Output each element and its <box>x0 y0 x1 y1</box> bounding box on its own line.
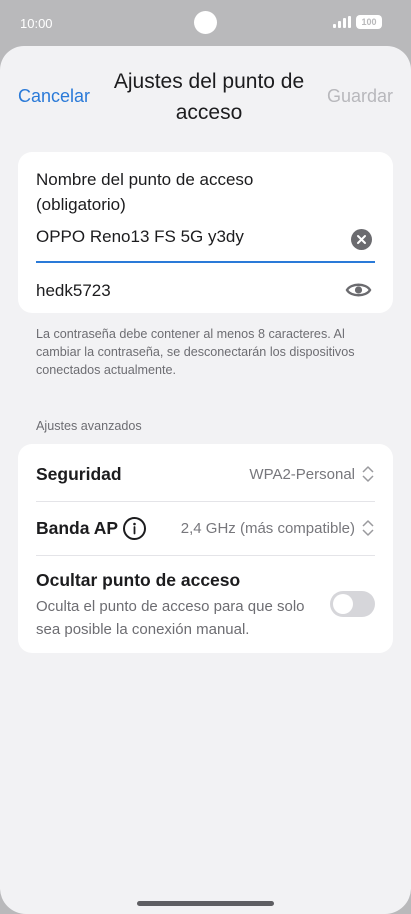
hotspot-name-input[interactable]: OPPO Reno13 FS 5G y3dy <box>36 227 244 247</box>
device-frame: 10:00 100 Cancelar Ajustes del punto de … <box>0 0 411 914</box>
status-bar: 10:00 100 <box>0 0 411 46</box>
clear-icon[interactable] <box>351 229 372 250</box>
security-label: Seguridad <box>36 464 122 484</box>
hotspot-settings-screen: Cancelar Ajustes del punto de acceso Gua… <box>0 46 411 914</box>
row-separator <box>36 555 375 556</box>
hotspot-name-underline <box>36 261 375 263</box>
hide-hotspot-label: Ocultar punto de acceso <box>36 570 241 590</box>
status-time: 10:00 <box>20 16 53 31</box>
security-value: WPA2-Personal <box>249 466 355 483</box>
info-icon[interactable] <box>123 517 146 540</box>
advanced-settings-header: Ajustes avanzados <box>36 419 142 433</box>
sort-arrows-icon <box>361 464 375 484</box>
battery-icon: 100 <box>356 15 382 29</box>
band-value: 2,4 GHz (más compatible) <box>180 520 355 537</box>
navigation-bar: Cancelar Ajustes del punto de acceso Gua… <box>0 46 411 146</box>
toggle-knob <box>333 594 353 614</box>
row-separator <box>36 501 375 502</box>
hotspot-credentials-card: Nombre del punto de acceso (obligatorio)… <box>18 152 393 313</box>
eye-icon[interactable] <box>345 280 372 300</box>
band-label: Banda AP <box>36 518 119 538</box>
home-indicator[interactable] <box>137 901 274 906</box>
cancel-button[interactable]: Cancelar <box>18 86 90 107</box>
hide-hotspot-description: Oculta el punto de acceso para que solo … <box>36 598 305 638</box>
password-helper-text: La contraseña debe contener al menos 8 c… <box>36 327 355 377</box>
camera-cutout <box>194 11 217 34</box>
sort-arrows-icon <box>361 518 375 538</box>
save-button[interactable]: Guardar <box>327 86 393 107</box>
hide-hotspot-toggle[interactable] <box>330 591 375 617</box>
signal-icon <box>333 16 351 28</box>
password-input[interactable]: hedk5723 <box>36 281 111 301</box>
hotspot-name-label: Nombre del punto de acceso (obligatorio) <box>36 170 254 214</box>
advanced-settings-card: Seguridad WPA2-Personal Banda AP 2,4 GHz… <box>18 444 393 653</box>
page-title: Ajustes del punto de acceso <box>113 70 305 124</box>
